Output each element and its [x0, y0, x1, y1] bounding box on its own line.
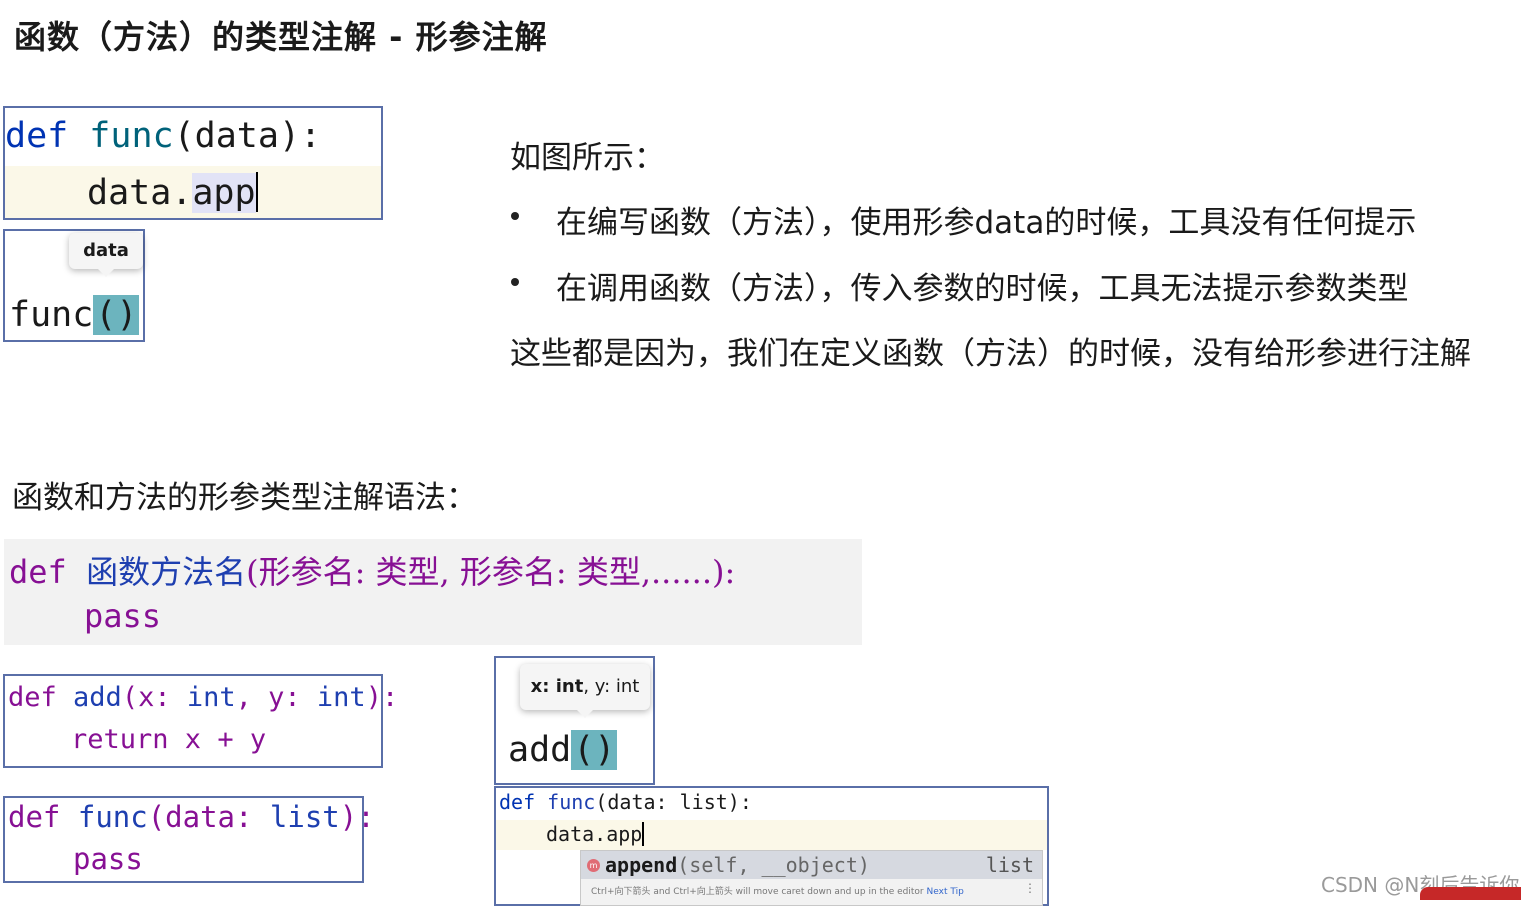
call-parens: ()	[571, 730, 618, 770]
typed-expression: data.app	[546, 822, 643, 846]
bullet-dot	[511, 278, 519, 286]
tooltip-other-params: , y: int	[583, 676, 640, 697]
method-icon: m	[587, 859, 600, 872]
text-caret	[642, 822, 645, 846]
function-name: func	[89, 116, 174, 156]
code-snippet-call-add: x: int, y: int add()	[494, 656, 655, 785]
code-line-body: data.app	[87, 172, 258, 213]
code-snippet-add-annotated: def add(x: int, y: int): return x + y	[3, 674, 398, 768]
syntax-function-name: 函数方法名	[86, 553, 247, 591]
completion-popup[interactable]: m append(self, __object) list Ctrl+向下箭头 …	[580, 850, 1043, 906]
tooltip-param-name: data	[83, 240, 129, 261]
parameter-info-tooltip: data	[69, 233, 143, 277]
variable-data: data.	[87, 173, 193, 213]
type-int: int	[186, 682, 236, 713]
page-title: 函数（方法）的类型注解 - 形参注解	[14, 18, 548, 56]
explanation-bullet-1: 在编写函数（方法），使用形参data的时候，工具没有任何提示	[556, 205, 1417, 241]
code-line-def: def func(data):	[5, 116, 321, 156]
signature-close: ):	[365, 682, 399, 713]
bullet-dot	[511, 212, 519, 220]
param-x: (x:	[121, 682, 187, 713]
type-int: int	[316, 682, 366, 713]
code-snippet-func-list-annotated: def func(data: list): pass	[3, 796, 375, 883]
function-params: (data):	[173, 116, 322, 156]
code-line-body: data.app	[546, 822, 645, 846]
syntax-code-block: def 函数方法名(形参名: 类型, 形参名: 类型,......): pass	[4, 539, 862, 645]
keyword-def: def	[5, 116, 69, 156]
next-tip-link[interactable]: Next Tip	[927, 887, 964, 897]
keyword-def: def	[9, 553, 67, 591]
function-signature: (data: list):	[595, 790, 752, 814]
code-line-call: add()	[508, 730, 618, 770]
explanation-heading: 如图所示：	[510, 140, 665, 176]
completion-hint-text: Ctrl+向下箭头 and Ctrl+向上箭头 will move caret …	[591, 887, 924, 897]
code-line-def: def func(data: list):	[8, 800, 375, 834]
keyword-def: def	[8, 682, 57, 713]
return-expression: x + y	[168, 724, 267, 755]
function-name: func	[77, 800, 148, 834]
code-line-call: func()	[9, 295, 140, 335]
explanation-bullet-2: 在调用函数（方法），传入参数的时候，工具无法提示参数类型	[556, 271, 1409, 307]
completion-hint: Ctrl+向下箭头 and Ctrl+向上箭头 will move caret …	[591, 884, 964, 897]
text-caret	[255, 172, 258, 212]
typed-attribute: app	[192, 173, 256, 213]
syntax-line-pass: pass	[84, 597, 162, 635]
signature-close: ):	[339, 800, 375, 834]
completion-method: append(self, __object)	[605, 853, 870, 877]
code-line-def: def func(data: list):	[499, 790, 752, 814]
syntax-params: (形参名: 类型, 形参名: 类型,......):	[246, 553, 736, 591]
param-data: (data:	[147, 800, 270, 834]
call-function-name: func	[9, 295, 94, 335]
keyword-return: return	[71, 724, 169, 755]
type-list: list	[269, 800, 340, 834]
code-snippet-autocomplete: def func(data: list): data.app m append(…	[494, 786, 1049, 906]
function-name: func	[547, 790, 596, 814]
code-snippet-call-func: data func()	[3, 229, 145, 342]
corner-decoration	[1420, 887, 1521, 900]
keyword-def: def	[8, 800, 61, 834]
more-options-icon[interactable]: ⋮	[1024, 881, 1036, 895]
call-function-name: add	[508, 730, 572, 770]
tooltip-current-param: x: int	[530, 676, 584, 697]
tooltip-arrow	[577, 710, 593, 718]
tooltip-arrow	[98, 269, 114, 277]
code-line-return: return x + y	[71, 724, 266, 755]
completion-method-args: (self, __object)	[677, 853, 870, 877]
syntax-section-title: 函数和方法的形参类型注解语法：	[12, 480, 477, 516]
call-parens: ()	[93, 295, 140, 335]
code-line-def: def add(x: int, y: int):	[8, 682, 398, 713]
completion-method-name: append	[605, 853, 678, 877]
keyword-def: def	[499, 790, 536, 814]
parameter-info-tooltip: x: int, y: int	[520, 664, 650, 718]
param-y: , y:	[235, 682, 317, 713]
code-snippet-unannotated-func: def func(data): data.app	[3, 106, 383, 220]
completion-return-type: list	[985, 853, 1034, 877]
explanation-conclusion: 这些都是因为，我们在定义函数（方法）的时候，没有给形参进行注解	[510, 336, 1471, 372]
completion-item-append[interactable]: m append(self, __object) list	[581, 851, 1042, 879]
syntax-line-def: def 函数方法名(形参名: 类型, 形参名: 类型,......):	[9, 547, 735, 593]
code-line-pass: pass	[73, 842, 143, 876]
function-name: add	[73, 682, 122, 713]
